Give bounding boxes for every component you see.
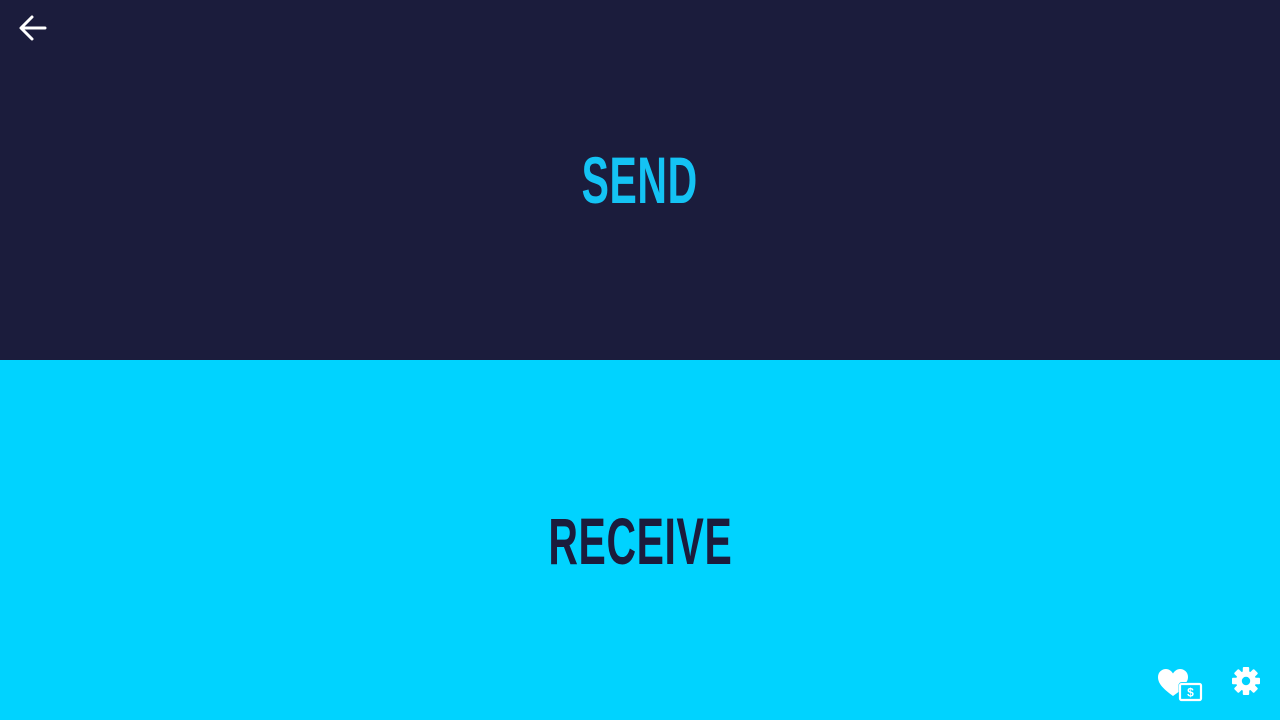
send-button[interactable]: SEND <box>0 0 1280 360</box>
app-screen: SEND RECEIVE $ <box>0 0 1280 720</box>
gear-icon <box>1228 664 1264 700</box>
svg-text:$: $ <box>1187 686 1194 700</box>
receive-label: RECEIVE <box>548 504 732 578</box>
receive-button[interactable]: RECEIVE <box>0 360 1280 720</box>
heart-money-icon: $ <box>1156 666 1204 706</box>
donate-button[interactable]: $ <box>1156 666 1204 706</box>
send-label: SEND <box>581 143 699 217</box>
arrow-left-icon <box>18 14 48 42</box>
settings-button[interactable] <box>1228 664 1264 700</box>
back-button[interactable] <box>14 10 52 46</box>
